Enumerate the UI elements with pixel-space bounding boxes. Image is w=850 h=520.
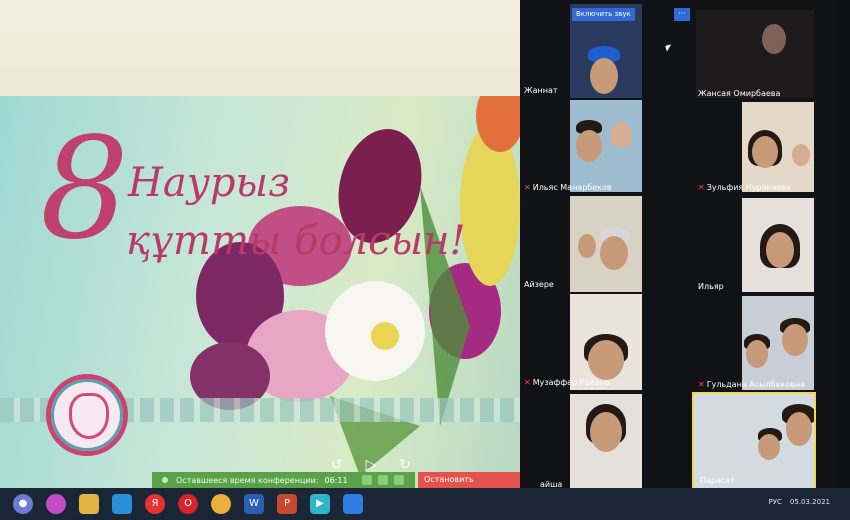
conference-timer-bar: Оставшееся время конференции: 06:11 bbox=[152, 472, 415, 488]
yandex-icon[interactable]: Я bbox=[145, 494, 165, 514]
system-tray: РУС 05.03.2021 bbox=[769, 498, 830, 506]
store-icon[interactable] bbox=[112, 494, 132, 514]
zoom-meeting-window: 8 Наурыз құтты болсын! ↺10 ▷ ↻30 Оставше… bbox=[0, 0, 850, 520]
muted-mic-icon: ✕ bbox=[698, 183, 705, 192]
zoom-icon[interactable] bbox=[343, 494, 363, 514]
unmute-button[interactable]: Включить звук bbox=[572, 8, 635, 21]
chrome-icon[interactable] bbox=[211, 494, 231, 514]
more-options-button[interactable]: ··· bbox=[674, 8, 690, 21]
opera-icon[interactable]: O bbox=[178, 494, 198, 514]
audio-icon[interactable] bbox=[361, 475, 372, 485]
muted-mic-icon: ✕ bbox=[524, 378, 531, 387]
stop-share-button[interactable]: Остановить демонстрацию bbox=[418, 472, 536, 500]
participant-name: ✕ Ильяс Манарбеков bbox=[524, 183, 612, 192]
timer-value: 06:11 bbox=[324, 475, 348, 485]
active-speaker-tile[interactable] bbox=[692, 392, 816, 490]
participant-tile[interactable] bbox=[742, 198, 814, 292]
greeting-line-1: Наурыз bbox=[128, 160, 290, 206]
greeting-line-2: құтты болсын! bbox=[126, 218, 466, 264]
participant-name: Жаннат bbox=[524, 86, 558, 95]
muted-mic-icon: ✕ bbox=[698, 380, 705, 389]
participant-tile[interactable] bbox=[696, 10, 814, 98]
clock-date[interactable]: 05.03.2021 bbox=[790, 498, 830, 506]
cortana-icon[interactable]: ● bbox=[13, 494, 33, 514]
participant-tile[interactable] bbox=[570, 294, 642, 390]
timer-label: Оставшееся время конференции: bbox=[176, 475, 319, 485]
participant-tile[interactable] bbox=[742, 102, 814, 192]
participant-tile[interactable] bbox=[570, 394, 642, 488]
media-icon[interactable]: ▶ bbox=[310, 494, 330, 514]
powerpoint-icon[interactable]: P bbox=[277, 494, 297, 514]
shield-icon[interactable] bbox=[377, 475, 388, 485]
participant-tile[interactable] bbox=[570, 196, 642, 292]
muted-mic-icon: ✕ bbox=[524, 183, 531, 192]
participant-name: Жансая Омирбаева bbox=[698, 89, 781, 98]
slide-top-area bbox=[0, 0, 520, 100]
participant-name: ✕ Зульфия Нуракаева bbox=[698, 183, 791, 192]
participant-tile[interactable] bbox=[742, 296, 814, 390]
school-logo bbox=[46, 374, 128, 456]
timer-icon bbox=[162, 477, 168, 483]
word-icon[interactable]: W bbox=[244, 494, 264, 514]
explorer-icon[interactable] bbox=[79, 494, 99, 514]
participant-name: ✕ Музаффар Райана bbox=[524, 378, 610, 387]
participant-name: Айзере bbox=[524, 280, 554, 289]
language-indicator[interactable]: РУС bbox=[769, 498, 782, 506]
shared-screen: 8 Наурыз құтты болсын! ↺10 ▷ ↻30 bbox=[0, 0, 520, 488]
windows-taskbar: ● Я O W P ▶ bbox=[0, 488, 850, 520]
participant-name: Парасат bbox=[700, 476, 735, 485]
greeting-number: 8 bbox=[40, 108, 130, 271]
record-icon[interactable] bbox=[393, 475, 404, 485]
participant-name: ✕ Гульдана Асылбековна bbox=[698, 380, 805, 389]
participants-gallery: Жаннат Жансая Омирбаева ✕ Ильяс Манарбеко… bbox=[520, 0, 838, 490]
participant-name: Ильяр bbox=[698, 282, 724, 291]
participant-tile[interactable] bbox=[570, 100, 642, 192]
photos-icon[interactable] bbox=[46, 494, 66, 514]
